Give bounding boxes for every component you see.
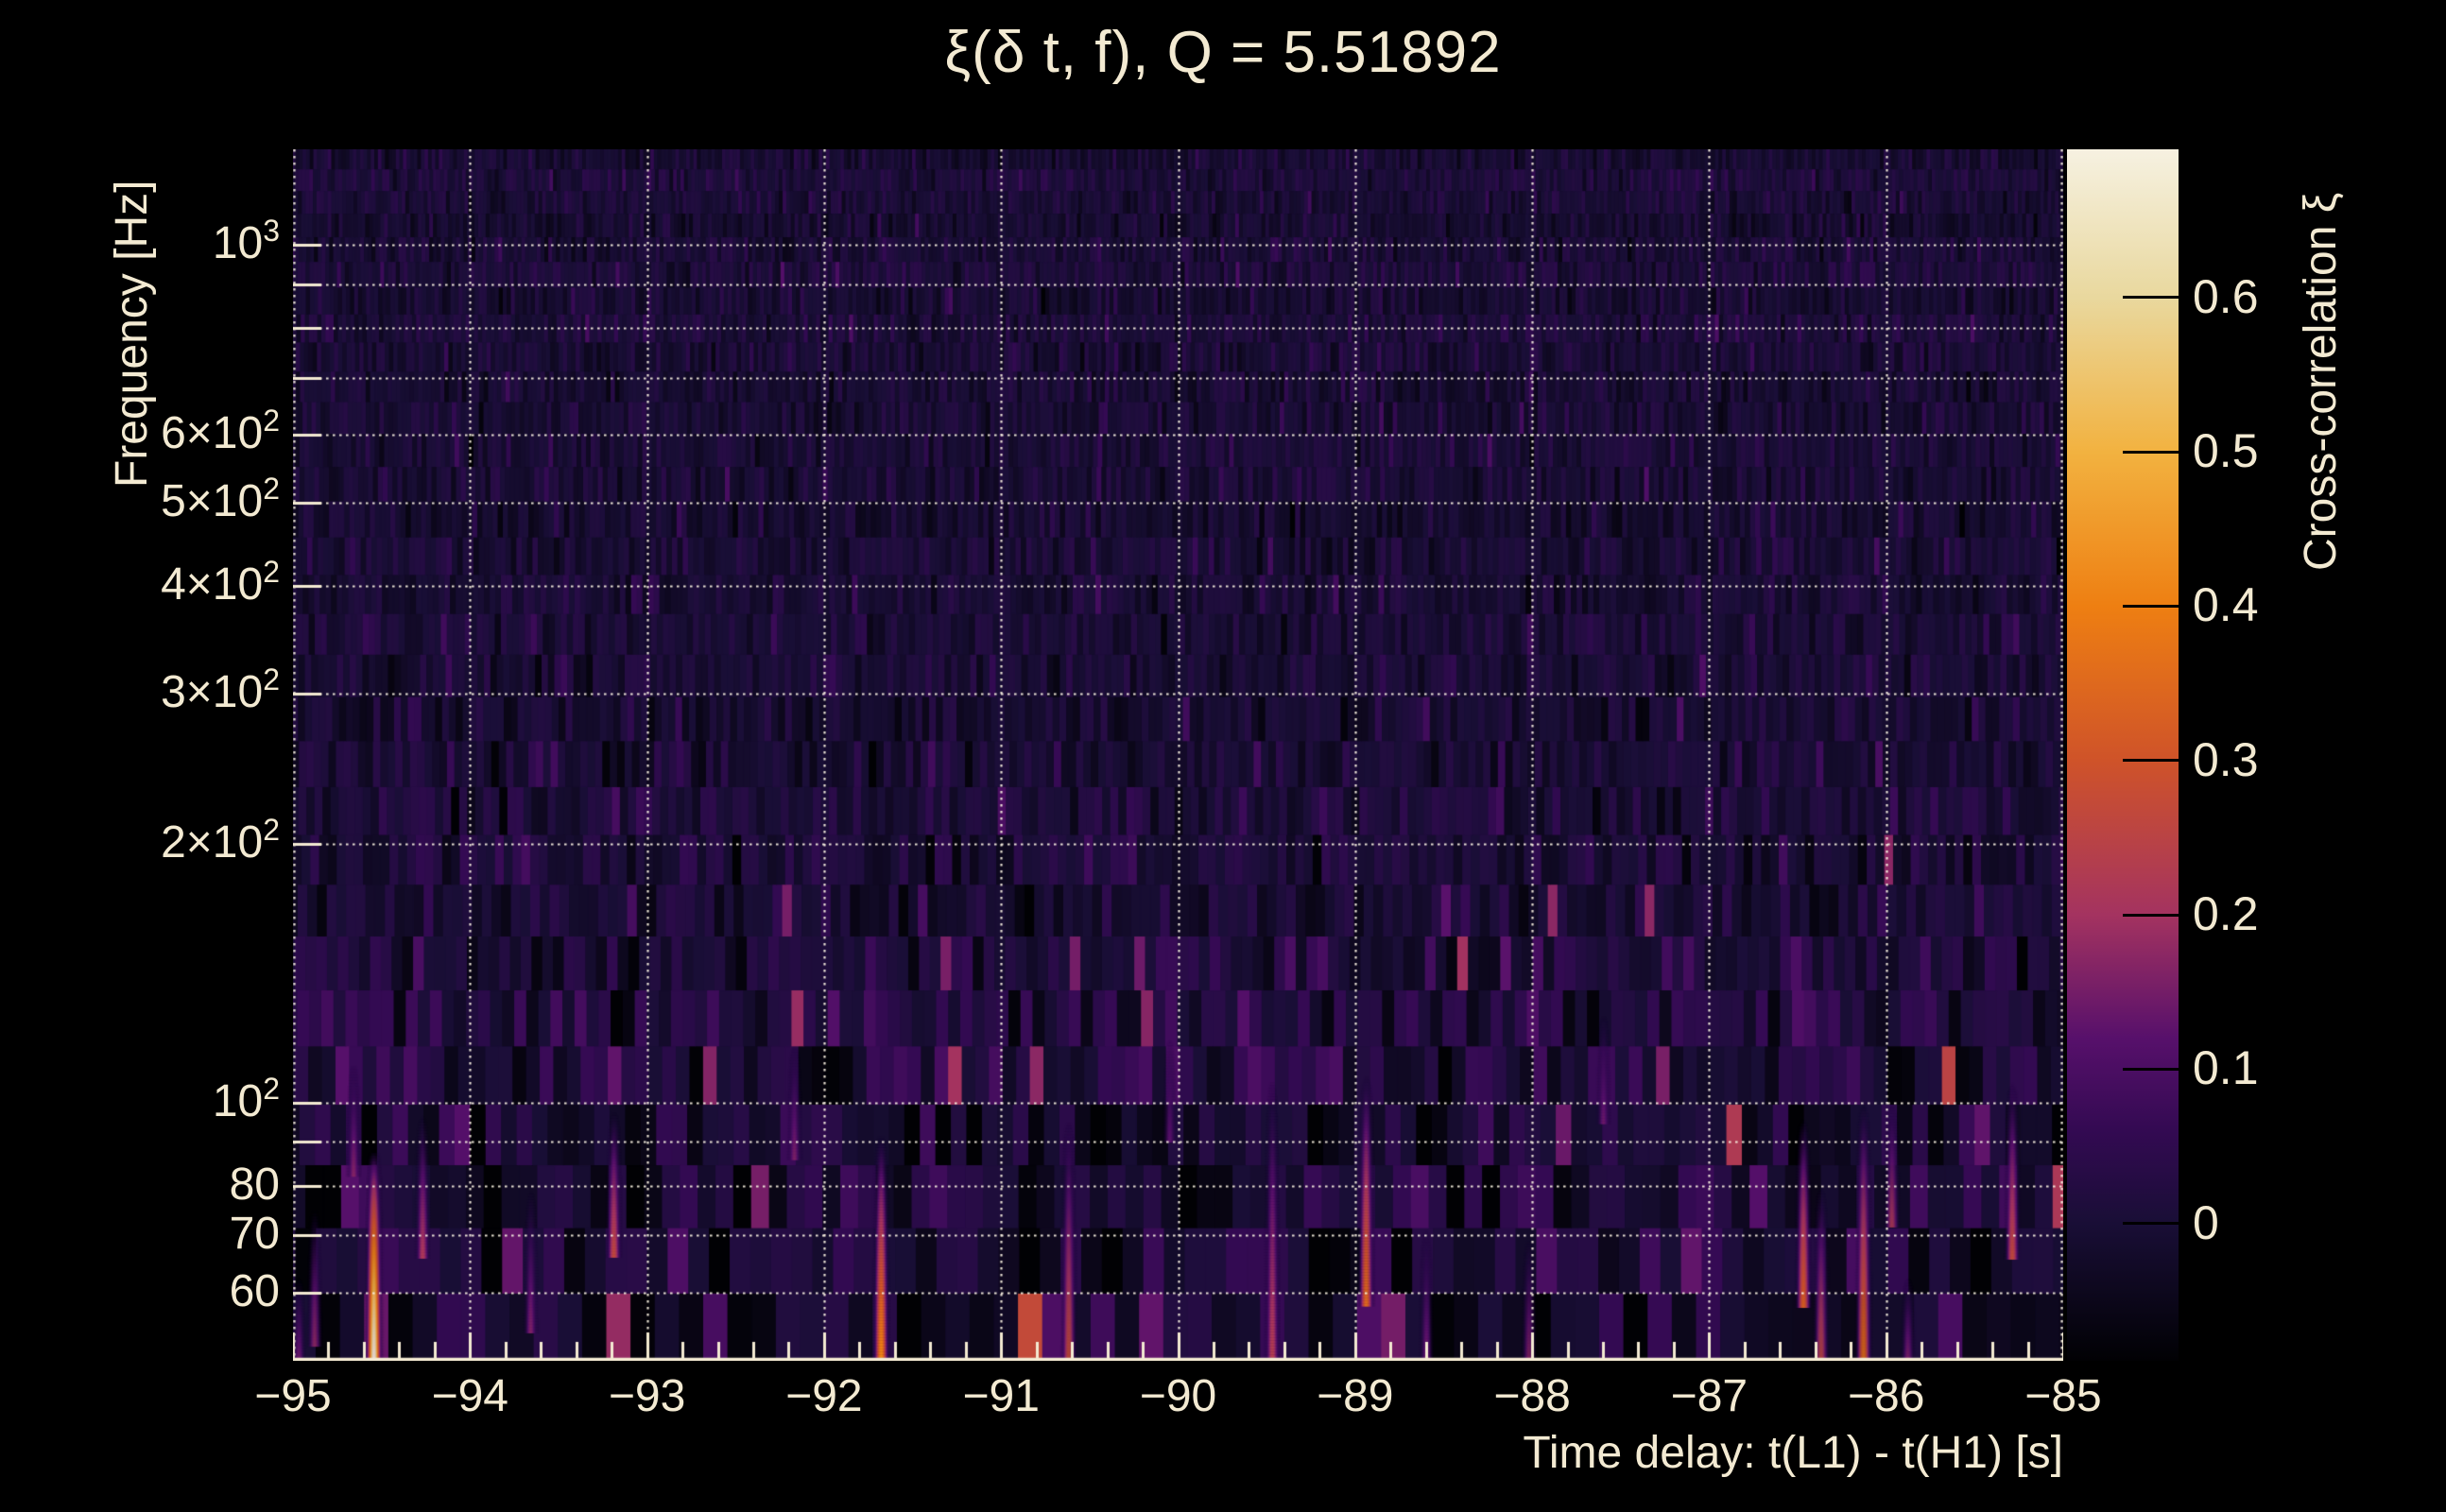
x-tick-label: −88 [1493, 1371, 1571, 1421]
colorbar-tick [2123, 296, 2179, 300]
colorbar-tick-label: 0.4 [2193, 578, 2259, 632]
spectrogram-heatmap [293, 149, 2063, 1361]
colorbar-tick-label: 0.5 [2193, 424, 2259, 478]
y-tick-label: 80 [229, 1159, 280, 1210]
y-tick-label: 70 [229, 1209, 280, 1260]
y-tick-label: 6×102 [161, 404, 280, 459]
x-tick-label: −92 [785, 1371, 863, 1421]
x-tick-label: −95 [254, 1371, 332, 1421]
x-tick-label: −87 [1670, 1371, 1748, 1421]
x-tick-label: −85 [2024, 1371, 2102, 1421]
colorbar-tick-label: 0 [2193, 1195, 2219, 1249]
colorbar-tick [2123, 450, 2179, 454]
y-tick-label: 5×102 [161, 472, 280, 527]
colorbar-tick-label: 0.6 [2193, 269, 2259, 323]
x-tick-label: −91 [962, 1371, 1040, 1421]
colorbar-tick [2123, 759, 2179, 763]
y-tick-label: 103 [212, 213, 280, 268]
x-tick-label: −86 [1847, 1371, 1925, 1421]
colorbar-tick [2123, 604, 2179, 608]
y-tick-label: 102 [212, 1071, 280, 1126]
y-tick-label: 2×102 [161, 813, 280, 868]
y-tick-label: 4×102 [161, 555, 280, 610]
colorbar-tick [2123, 913, 2179, 917]
x-axis-title: Time delay: t(L1) - t(H1) [s] [1523, 1428, 2063, 1478]
colorbar-tick-label: 0.1 [2193, 1041, 2259, 1095]
x-tick-label: −93 [608, 1371, 686, 1421]
colorbar-tick-label: 0.3 [2193, 732, 2259, 786]
y-tick-label: 3×102 [161, 662, 280, 717]
colorbar-gradient [2067, 149, 2179, 1361]
x-tick-label: −94 [431, 1371, 508, 1421]
x-tick-label: −90 [1139, 1371, 1217, 1421]
y-tick-label: 60 [229, 1266, 280, 1317]
colorbar-title: Cross-correlation ξ [2296, 192, 2346, 571]
colorbar-tick [2123, 1222, 2179, 1226]
root-canvas: ξ(δ t, f), Q = 5.51892 Frequency [Hz] Ti… [0, 0, 2446, 1512]
x-tick-label: −89 [1317, 1371, 1394, 1421]
colorbar-tick-label: 0.2 [2193, 887, 2259, 941]
colorbar-tick [2123, 1067, 2179, 1071]
plot-title: ξ(δ t, f), Q = 5.51892 [944, 20, 1502, 85]
